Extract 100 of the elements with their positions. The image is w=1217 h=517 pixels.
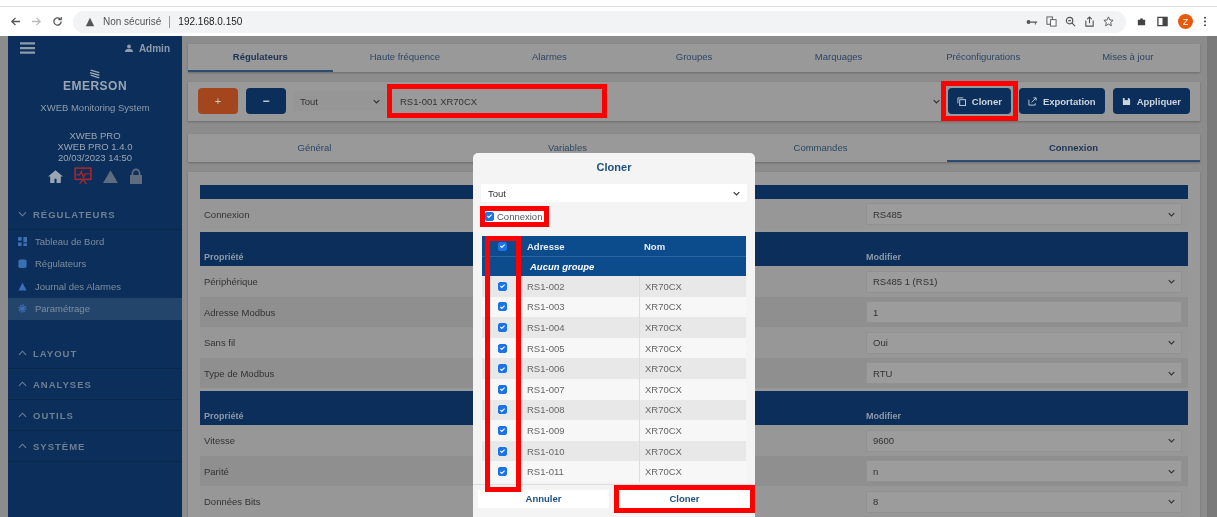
address-bar[interactable]: Non sécurisé 192.168.0.150: [73, 10, 1126, 33]
tab[interactable]: Mises à jour: [1055, 44, 1201, 72]
database-icon: [18, 259, 27, 269]
tab[interactable]: Alarmes: [477, 44, 622, 72]
connexion-checkbox[interactable]: Connexion: [485, 210, 545, 222]
property-label: Données Bits: [204, 496, 261, 508]
value-select[interactable]: Oui: [866, 331, 1182, 354]
property-label: Vitesse: [204, 435, 235, 447]
tab[interactable]: Marquages: [766, 44, 911, 72]
checkbox[interactable]: [497, 446, 507, 456]
tab[interactable]: Général: [188, 134, 441, 162]
sidebar-section[interactable]: LAYOUT: [8, 338, 182, 369]
chevron-down-icon: [373, 99, 380, 104]
column-header: Propriété: [204, 252, 244, 263]
value-select[interactable]: RTU: [866, 362, 1182, 385]
value-select[interactable]: 8: [866, 490, 1182, 513]
checkbox[interactable]: [497, 467, 507, 477]
chevron-down-icon: [932, 99, 940, 104]
value-select[interactable]: RS485: [866, 203, 1182, 226]
filter-select[interactable]: Tout: [481, 184, 747, 202]
checkbox[interactable]: [497, 323, 507, 332]
dialog-title: Cloner: [595, 160, 633, 175]
copy-icon: [956, 97, 966, 106]
table-cell-text: RS1-002: [526, 280, 566, 292]
chevron-up-icon: [18, 412, 27, 418]
checkbox[interactable]: [497, 405, 507, 415]
translate-icon[interactable]: [1046, 16, 1057, 27]
sidebar-section[interactable]: OUTILS: [8, 400, 182, 431]
grid-icon: [18, 236, 27, 246]
chevron-down-icon: [1168, 211, 1175, 217]
menu-icon[interactable]: [20, 42, 35, 54]
sidebar-item[interactable]: Régulateurs: [8, 252, 182, 275]
warning-icon: [18, 281, 27, 291]
chevron-down-icon: [1168, 499, 1175, 505]
table-cell-text: RS1-011: [526, 466, 565, 478]
key-icon[interactable]: [1026, 17, 1038, 26]
column-header: Modifier: [866, 411, 901, 422]
sidebar-item[interactable]: Journal des Alarmes: [8, 275, 182, 298]
tab[interactable]: Connexion: [947, 134, 1200, 162]
menu-icon[interactable]: [1203, 16, 1207, 27]
chevron-down-icon: [1168, 370, 1175, 376]
tab[interactable]: Commandes: [694, 134, 947, 162]
confirm-button[interactable]: Cloner: [619, 489, 750, 508]
home-icon[interactable]: [47, 168, 64, 184]
value-select[interactable]: n: [866, 460, 1182, 483]
checkbox[interactable]: [497, 241, 507, 251]
chevron-down-icon: [733, 190, 740, 196]
table-cell: XR70CX: [639, 378, 746, 400]
column-header: Propriété: [204, 411, 244, 422]
value-input[interactable]: 1: [866, 301, 1182, 324]
device-info: XWEB PRO: [68, 130, 122, 141]
chevron-down-icon: [1168, 279, 1175, 285]
user-icon: [124, 44, 133, 52]
apply-button[interactable]: Appliquer: [1112, 88, 1190, 115]
column-header: Modifier: [866, 252, 901, 263]
checkbox[interactable]: [497, 425, 507, 435]
monitor-icon[interactable]: [74, 167, 92, 185]
lock-icon[interactable]: [129, 168, 143, 184]
property-label: Adresse Modbus: [204, 306, 276, 318]
table-cell-text: RS1-004: [526, 322, 566, 333]
property-label: Type de Modbus: [204, 367, 275, 379]
checkbox[interactable]: [497, 343, 507, 353]
table-cell-text: RS1-006: [526, 363, 566, 375]
back-icon[interactable]: [10, 16, 21, 27]
warning-icon[interactable]: [102, 168, 119, 184]
tab[interactable]: Préconfigurations: [910, 44, 1056, 72]
checkbox[interactable]: [485, 211, 494, 221]
clone-button[interactable]: Cloner: [947, 88, 1011, 115]
puzzle-icon[interactable]: [1136, 16, 1147, 27]
cancel-button[interactable]: Annuler: [478, 489, 609, 508]
value-select[interactable]: 9600: [866, 429, 1182, 452]
checkbox[interactable]: [497, 384, 507, 394]
tab[interactable]: Groupes: [621, 44, 767, 72]
remove-button[interactable]: −: [246, 88, 286, 115]
share-icon[interactable]: [1084, 16, 1095, 27]
star-icon[interactable]: [1103, 16, 1114, 27]
table-cell: XR70CX: [639, 420, 746, 441]
chevron-down-icon: [1168, 438, 1175, 444]
profile-avatar[interactable]: Z: [1178, 14, 1193, 29]
export-button[interactable]: Exportation: [1018, 88, 1105, 115]
checkbox[interactable]: [497, 281, 507, 291]
sidebar-item[interactable]: Tableau de Bord: [8, 230, 182, 253]
add-button[interactable]: +: [198, 88, 238, 115]
sidebar-item[interactable]: Paramétrage: [8, 297, 182, 320]
checkbox[interactable]: [497, 302, 507, 312]
tab[interactable]: Haute fréquence: [332, 44, 478, 72]
value-select[interactable]: RS485 1 (RS1): [866, 270, 1182, 293]
group-label: Aucun groupe: [530, 261, 595, 272]
reload-icon[interactable]: [52, 16, 63, 27]
zoom-icon[interactable]: [1065, 16, 1076, 27]
sidebar-section[interactable]: SYSTÈME: [8, 431, 182, 462]
device-info: XWEB PRO 1.4.0: [56, 141, 134, 152]
tab[interactable]: Régulateurs: [188, 44, 333, 72]
settings-icon: [18, 304, 27, 314]
user-name[interactable]: Admin: [138, 42, 170, 54]
scrollbar[interactable]: [1207, 36, 1217, 517]
checkbox[interactable]: [497, 364, 507, 374]
sidebar-section[interactable]: ANALYSES: [8, 369, 182, 400]
sidebar-section[interactable]: RÉGULATEURS: [8, 199, 182, 230]
sidebar-toggle-icon[interactable]: [1157, 16, 1168, 27]
